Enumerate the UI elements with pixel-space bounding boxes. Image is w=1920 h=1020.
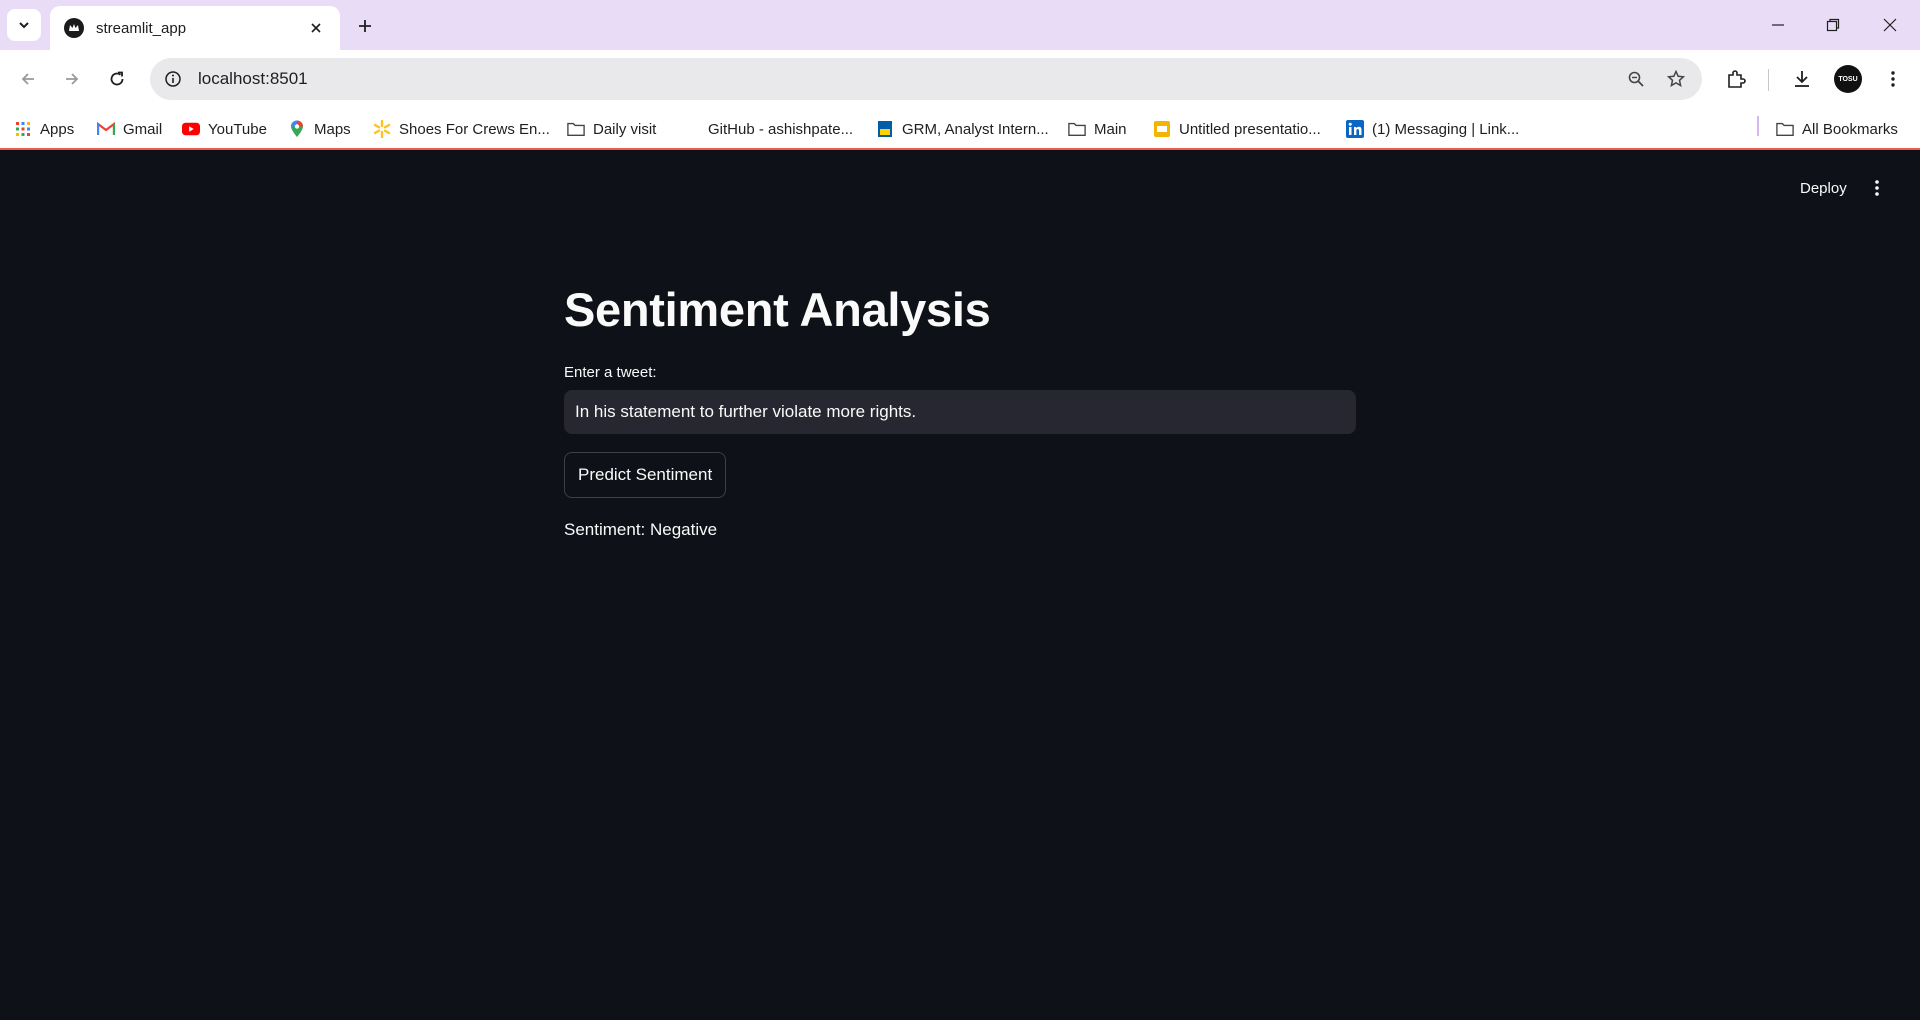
streamlit-crown-icon [64,18,84,38]
bookmark-star-icon[interactable] [1656,59,1696,99]
tab-title: streamlit_app [96,19,187,37]
folder-icon [1068,120,1086,138]
gmail-icon [97,120,115,138]
bookmark-shoes-for-crews[interactable]: Shoes For Crews En... [373,116,550,142]
tab-streamlit-app[interactable]: streamlit_app [50,6,340,50]
bookmark-untitled-presentation[interactable]: Untitled presentatio... [1153,116,1321,142]
toolbar-divider [1768,69,1769,91]
bookmark-maps[interactable]: Maps [288,116,351,142]
walmart-spark-icon [373,120,391,138]
back-button[interactable] [12,63,44,95]
all-bookmarks[interactable]: All Bookmarks [1776,116,1898,142]
bookmark-label: Untitled presentatio... [1179,120,1321,138]
tweet-input-label: Enter a tweet: [564,364,657,381]
bookmark-gmail[interactable]: Gmail [97,116,162,142]
more-vertical-icon [1875,180,1879,196]
youtube-icon [182,120,200,138]
restore-icon [1826,18,1840,32]
close-window-button[interactable] [1870,10,1910,40]
tweet-input[interactable] [564,390,1356,434]
bookmark-linkedin-messaging[interactable]: (1) Messaging | Link... [1346,116,1519,142]
browser-toolbar: localhost:8501 TOSU [0,50,1920,108]
chevron-down-icon [19,22,29,29]
folder-icon [1776,120,1794,138]
bookmark-apps[interactable]: Apps [14,116,74,142]
bookmark-label: YouTube [208,120,267,138]
browser-tabstrip: streamlit_app [0,0,1920,50]
maps-pin-icon [288,120,306,138]
folder-icon [567,120,585,138]
bookmark-youtube[interactable]: YouTube [182,116,267,142]
reload-icon [110,71,124,86]
zoom-icon[interactable] [1616,59,1656,99]
plus-icon [359,20,371,32]
arrow-left-icon [21,73,34,85]
all-bookmarks-label: All Bookmarks [1802,120,1898,138]
profile-avatar[interactable]: TOSU [1834,65,1862,93]
extensions-button[interactable] [1719,63,1753,95]
puzzle-icon [1728,70,1746,88]
tab-search-button[interactable] [7,9,41,41]
bookmark-label: GitHub - ashishpate... [708,120,854,138]
linkedin-icon [1346,120,1364,138]
forward-button[interactable] [56,63,88,95]
apps-grid-icon [14,120,32,138]
bookmark-main[interactable]: Main [1068,116,1127,142]
minimize-icon [1772,24,1784,26]
minimize-button[interactable] [1758,10,1798,40]
new-tab-button[interactable] [350,11,380,41]
downloads-button[interactable] [1785,63,1819,95]
more-vertical-icon [1891,71,1895,87]
bookmark-github[interactable]: GitHub - ashishpate... [708,116,853,142]
predict-sentiment-button[interactable]: Predict Sentiment [564,452,727,498]
bookmarks-divider [1757,116,1759,136]
bookmarks-bar: Apps Gmail YouTube Maps Shoes For Crews … [0,108,1920,150]
bookmark-label: (1) Messaging | Link... [1372,120,1520,138]
bookmark-label: Maps [314,120,351,138]
bookmark-label: Daily visit [593,120,657,138]
bookmark-grm-analyst[interactable]: GRM, Analyst Intern... [876,116,1049,142]
rbc-icon [876,120,894,138]
bookmark-label: Apps [40,120,75,138]
deploy-button[interactable]: Deploy [1786,172,1861,204]
restore-button[interactable] [1813,10,1853,40]
close-icon [1883,18,1897,32]
arrow-right-icon [66,73,79,85]
download-icon [1795,71,1809,87]
page-title: Sentiment Analysis [564,283,991,336]
sentiment-result: Sentiment: Negative [564,520,718,539]
address-bar[interactable]: localhost:8501 [150,58,1702,100]
address-url[interactable]: localhost:8501 [198,69,1616,89]
app-menu-button[interactable] [1862,172,1892,204]
close-icon[interactable] [306,18,326,38]
bookmark-label: Shoes For Crews En... [399,120,550,138]
site-info-icon[interactable] [152,58,194,100]
streamlit-app: Deploy Sentiment Analysis Enter a tweet:… [0,152,1920,1020]
bookmark-label: Main [1094,120,1127,138]
reload-button[interactable] [101,63,133,95]
bookmark-label: GRM, Analyst Intern... [902,120,1049,138]
bookmark-daily-visit[interactable]: Daily visit [567,116,656,142]
browser-menu-button[interactable] [1876,63,1910,95]
bookmark-label: Gmail [123,120,163,138]
slides-icon [1153,120,1171,138]
